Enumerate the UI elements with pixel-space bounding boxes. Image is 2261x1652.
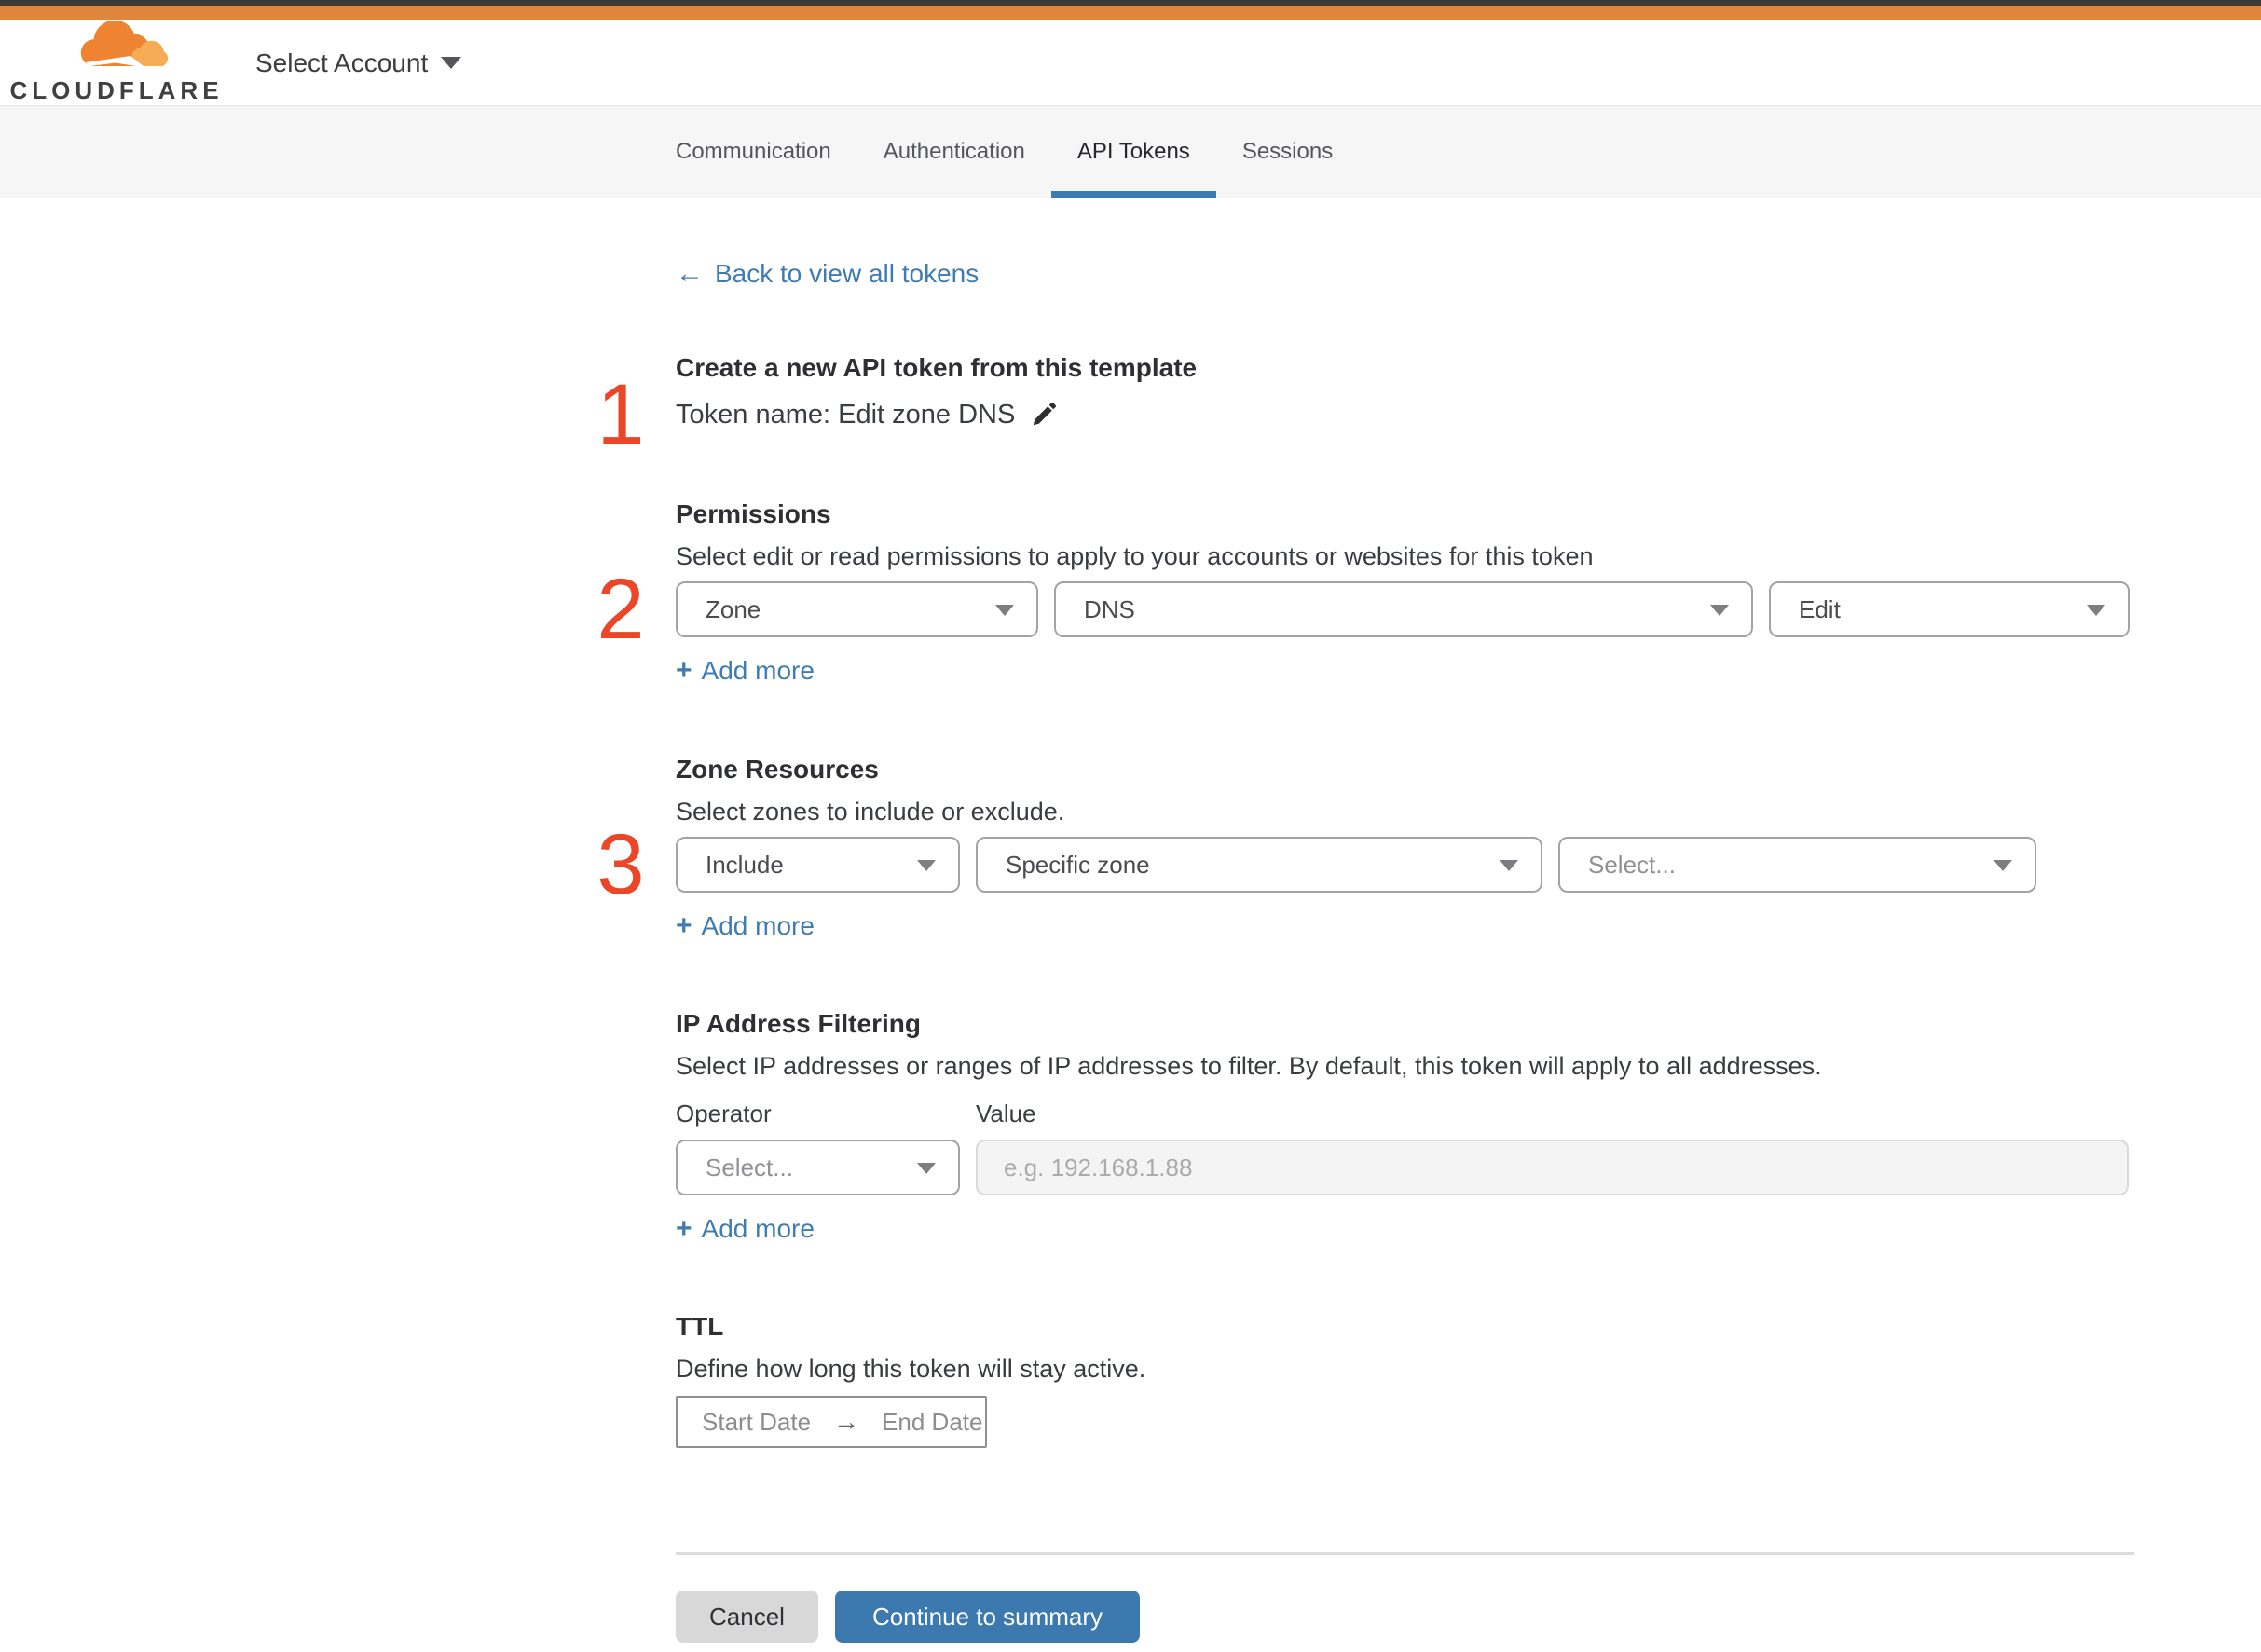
ip-value-input[interactable] [976,1140,2129,1195]
tab-label: Sessions [1241,139,1334,164]
permissions-row: 2 Zone DNS Edit [596,567,2134,652]
permission-scope-select[interactable]: DNS [1054,581,1753,637]
tab-label: Communication [676,139,831,164]
token-name-row: 1 Token name: Edit zone DNS [596,372,2134,457]
ttl-date-range-picker[interactable]: Start Date → End Date [676,1396,987,1448]
cancel-button[interactable]: Cancel [676,1591,818,1643]
tab-api-tokens[interactable]: API Tokens [1050,106,1216,198]
end-date-placeholder: End Date [882,1407,983,1436]
value-label: Value [976,1099,1036,1127]
ip-filtering-add-more-link[interactable]: + Add more [676,1212,815,1246]
select-placeholder: Select... [1588,850,1676,879]
footer-actions: Cancel Continue to summary [676,1591,2134,1652]
edit-pencil-icon[interactable] [1030,401,1058,429]
tab-label: API Tokens [1076,139,1190,164]
chevron-down-icon [1500,859,1518,871]
select-placeholder: Select... [706,1153,793,1181]
cloudflare-logo[interactable]: CLOUDFLARE [9,20,219,105]
tab-authentication[interactable]: Authentication [857,106,1051,198]
chevron-down-icon [1710,604,1729,616]
ttl-section: TTL Define how long this token will stay… [676,1310,2134,1448]
ip-operator-select[interactable]: Select... [676,1140,960,1195]
select-value: Edit [1799,594,1841,623]
page: CLOUDFLARE Select Account Communication … [0,0,2261,1652]
chevron-down-icon [917,859,936,871]
cloudflare-cloud-icon [80,20,169,66]
permissions-heading: Permissions [676,499,831,528]
token-name-section: Create a new API token from this templat… [596,351,2134,457]
ip-filtering-heading: IP Address Filtering [676,1009,921,1038]
tab-label: Authentication [883,139,1025,164]
ttl-description: Define how long this token will stay act… [676,1355,1146,1383]
step-number-1: 1 [596,367,645,462]
token-name-value: Token name: Edit zone DNS [676,400,1016,430]
tab-sessions[interactable]: Sessions [1216,106,1359,198]
ip-filtering-section: IP Address Filtering Select IP addresses… [676,1007,2134,1246]
chevron-down-icon [995,604,1014,616]
account-selector-label: Select Account [255,48,429,77]
token-section-heading: Create a new API token from this templat… [676,353,1198,382]
right-arrow-icon: → [833,1407,860,1436]
chevron-down-icon [441,57,462,69]
select-value: Specific zone [1006,850,1150,879]
footer-divider [676,1552,2134,1555]
permissions-description: Select edit or read permissions to apply… [676,542,1594,570]
step-number-2: 2 [596,562,645,657]
select-value: DNS [1084,594,1135,623]
operator-label: Operator [676,1099,772,1127]
main-content: ← Back to view all tokens Create a new A… [596,198,2134,1652]
zone-type-select[interactable]: Specific zone [976,837,1542,893]
plus-icon: + [676,1213,692,1244]
back-arrow-icon: ← [676,258,704,289]
add-more-label: Add more [701,656,815,685]
plus-icon: + [676,655,692,686]
active-tab-underline [1050,191,1216,198]
select-value: Zone [706,594,761,623]
zone-resources-section: Zone Resources Select zones to include o… [596,753,2134,943]
zone-resources-description: Select zones to include or exclude. [676,798,1065,826]
brand-orange-bar [0,6,2261,20]
permission-resource-select[interactable]: Zone [676,581,1038,637]
ip-filtering-labels-row: Operator Value [676,1099,2134,1128]
add-more-label: Add more [701,1214,815,1243]
tab-bar: Communication Authentication API Tokens … [0,105,2261,198]
plus-icon: + [676,910,692,941]
step-number-3: 3 [596,817,645,912]
ip-filtering-description: Select IP addresses or ranges of IP addr… [676,1052,1822,1080]
chevron-down-icon [1994,859,2012,871]
ip-filtering-row: Select... [676,1140,2134,1195]
account-selector[interactable]: Select Account [255,48,462,78]
tab-communication[interactable]: Communication [650,106,857,198]
start-date-placeholder: Start Date [702,1407,812,1436]
permissions-section: Permissions Select edit or read permissi… [596,498,2134,688]
permissions-add-more-link[interactable]: + Add more [676,654,815,688]
app-header: CLOUDFLARE Select Account [0,20,2261,105]
zone-resources-heading: Zone Resources [676,755,879,784]
permission-access-select[interactable]: Edit [1769,581,2130,637]
continue-to-summary-button[interactable]: Continue to summary [834,1591,1141,1643]
chevron-down-icon [917,1162,936,1174]
chevron-down-icon [2087,604,2105,616]
select-value: Include [706,850,784,879]
brand-wordmark: CLOUDFLARE [9,75,224,104]
add-more-label: Add more [701,911,815,940]
back-link-label: Back to view all tokens [715,259,980,288]
zone-operator-select[interactable]: Include [676,837,960,893]
zone-resources-row: 3 Include Specific zone Select... [596,822,2134,908]
zone-resources-add-more-link[interactable]: + Add more [676,909,815,943]
ttl-heading: TTL [676,1312,724,1341]
back-to-tokens-link[interactable]: ← Back to view all tokens [676,258,979,290]
zone-name-select[interactable]: Select... [1558,837,2036,893]
